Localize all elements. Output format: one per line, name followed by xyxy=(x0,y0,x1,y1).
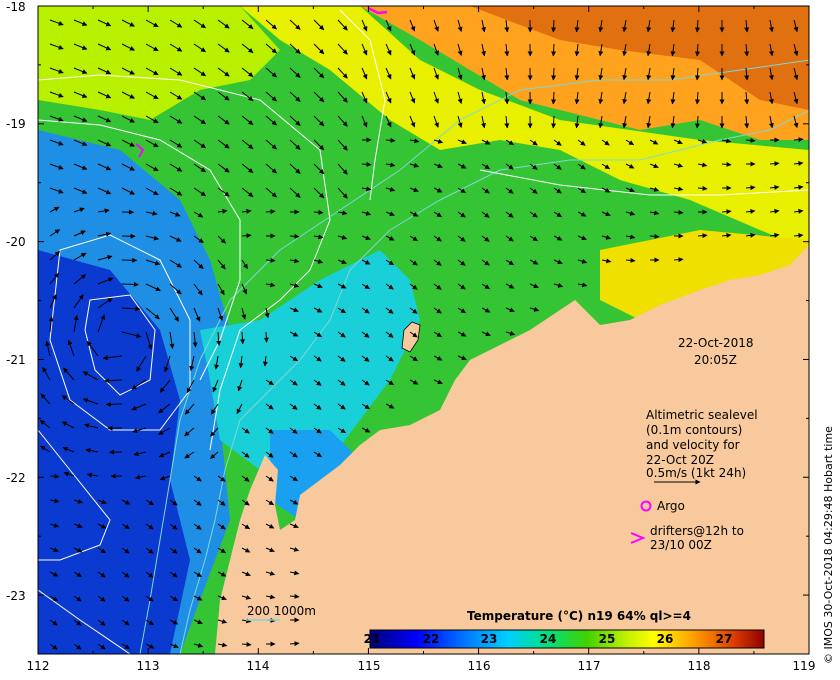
drifters-label-2: 23/10 00Z xyxy=(650,538,712,552)
velocity-arrow xyxy=(121,281,139,287)
velocity-arrow xyxy=(385,137,396,143)
y-tick-label: -22 xyxy=(6,471,26,485)
x-tick-label: 113 xyxy=(136,659,160,673)
velocity-arrow xyxy=(265,257,276,263)
colorbar-tick: 27 xyxy=(715,632,733,646)
map-area xyxy=(38,6,809,654)
y-tick-label: -21 xyxy=(6,353,26,367)
colorbar-tick: 24 xyxy=(539,632,557,646)
argo-label: Argo xyxy=(657,499,685,513)
x-tick-label: 114 xyxy=(246,659,270,673)
x-tick-label: 119 xyxy=(792,659,816,673)
colorbar-title: Temperature (°C) n19 64% ql>=4 xyxy=(467,609,691,623)
x-tick-label: 112 xyxy=(26,659,50,673)
velocity-arrow xyxy=(793,137,804,143)
credit-text: © IMOS 30-Oct-2018 04:29:48 Hobart time xyxy=(822,426,835,664)
velocity-arrow xyxy=(265,209,276,215)
velocity-arrow xyxy=(745,185,756,191)
velocity-arrow xyxy=(289,233,300,239)
velocity-arrow xyxy=(769,161,780,167)
velocity-arrow xyxy=(361,161,372,167)
velocity-arrow xyxy=(697,233,708,239)
y-tick-label: -23 xyxy=(6,589,26,603)
drifters-label-1: drifters@12h to xyxy=(650,524,744,538)
y-tick-label: -18 xyxy=(6,0,26,14)
legend-line-3: and velocity for xyxy=(646,438,740,452)
velocity-arrow xyxy=(551,115,557,129)
colorbar-tick: 21 xyxy=(363,632,381,646)
velocity-arrow xyxy=(551,67,557,81)
y-tick-label: -19 xyxy=(6,117,26,131)
velocity-arrow xyxy=(551,19,557,33)
bathymetry-label: 200 1000m xyxy=(247,604,316,618)
velocity-arrow xyxy=(551,43,557,57)
x-tick-label: 115 xyxy=(357,659,381,673)
y-tick-label: -20 xyxy=(6,235,26,249)
x-tick-label: 117 xyxy=(577,659,601,673)
colorbar-tick: 22 xyxy=(422,632,440,646)
velocity-arrow xyxy=(673,257,684,263)
legend-line-2: (0.1m contours) xyxy=(646,423,743,437)
legend-line-5: 0.5m/s (1kt 24h) xyxy=(646,466,747,480)
legend-line-1: Altimetric sealevel xyxy=(646,408,758,422)
colorbar-tick: 26 xyxy=(656,632,674,646)
colorbar-tick: 25 xyxy=(598,632,616,646)
legend-line-4: 22-Oct 20Z xyxy=(646,453,714,467)
velocity-arrow xyxy=(263,331,269,343)
velocity-arrow xyxy=(313,209,324,215)
colorbar-tick: 23 xyxy=(480,632,498,646)
velocity-arrow xyxy=(721,209,732,215)
velocity-arrow xyxy=(241,233,252,239)
velocity-arrow xyxy=(105,401,123,407)
x-tick-label: 116 xyxy=(467,659,491,673)
velocity-arrow xyxy=(49,473,60,479)
velocity-arrow xyxy=(289,641,300,647)
x-tick-label: 118 xyxy=(687,659,711,673)
timestamp-date: 22-Oct-2018 xyxy=(678,336,754,350)
velocity-arrow xyxy=(551,91,557,105)
timestamp-time: 20:05Z xyxy=(694,353,737,367)
